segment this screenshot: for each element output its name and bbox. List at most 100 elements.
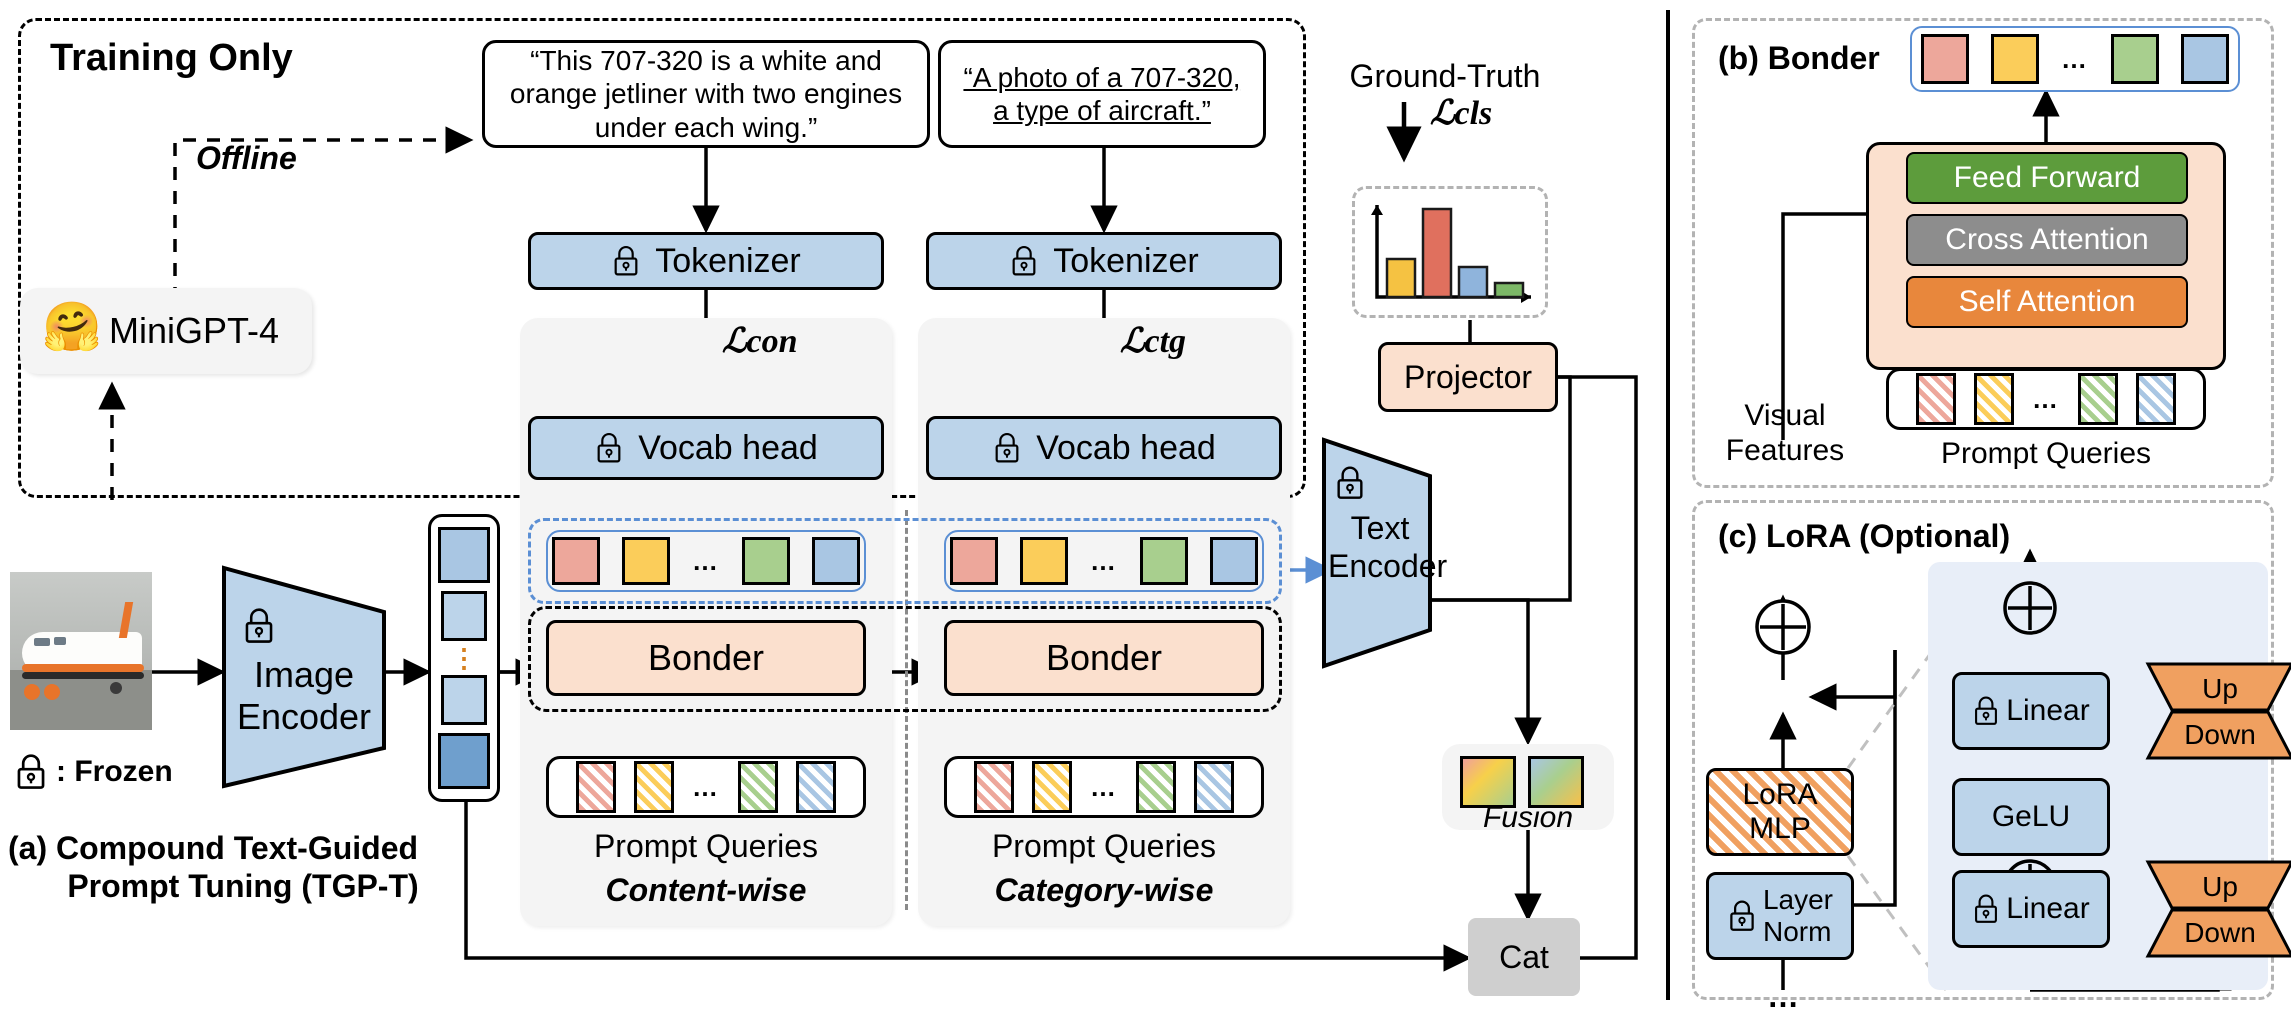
bar-1 [1385,257,1417,299]
bar-2 [1421,207,1453,299]
linear-box-upper[interactable]: Linear [1952,672,2110,750]
text-encoder-box: Text Encoder [1318,434,1448,672]
query-chip-red [950,537,998,585]
query-chip-red [1921,34,1969,84]
query-ellipsis: … [2061,44,2089,74]
down-label-lower: Down [2184,917,2256,948]
panel-a-caption-line2: Prompt Tuning (TGP-T) [67,867,419,904]
lock-icon [597,432,621,463]
lock-icon [1012,245,1036,276]
minigpt4-box[interactable]: 🤗 MiniGPT-4 [20,288,312,374]
prompt-chip-blue [796,761,836,813]
prompt-chip-red [576,761,616,813]
output-queries-content: … [546,530,866,592]
cat-label: Cat [1499,938,1549,975]
gelu-label: GeLU [1991,800,2071,833]
loss-cls-label: ℒcls [1430,95,1493,132]
frozen-legend-label: : Frozen [56,755,173,788]
lock-icon [614,245,638,276]
bar-4 [1493,281,1525,299]
prompt-queries-category: … [944,756,1264,818]
prompt-queries-label-category: Prompt Queries [991,828,1217,864]
content-wise-label: Content-wise [605,871,807,908]
airplane-photo [10,572,152,730]
up-down-adapter-lower: Up Down [2142,858,2291,960]
gelu-box[interactable]: GeLU [1952,778,2110,856]
projector-box[interactable]: Projector [1378,342,1558,412]
linear-box-lower[interactable]: Linear [1952,870,2110,948]
loss-con-label: ℒcon [722,323,798,360]
prompt-ellipsis: … [2032,384,2060,414]
fusion-label: Fusion [1482,801,1574,834]
lora-mlp-box[interactable]: LoRA MLP [1706,768,1854,856]
frozen-legend: : Frozen [14,752,173,792]
linear-label-lower: Linear [2006,892,2090,925]
query-chip-blue [2181,34,2229,84]
feed-forward-label: Feed Forward [1953,161,2141,194]
panel-b-title: (b) Bonder [1718,40,1880,76]
lock-icon [1337,466,1363,499]
visual-feature-column: ⋮ [428,514,500,802]
up-down-adapter-upper: Up Down [2142,660,2291,762]
prompt-chip-red [1916,373,1956,425]
lock-icon [245,608,273,643]
plus-circle-icon [2003,581,2057,635]
bonder-output-queries: … [1910,26,2240,92]
prompt-ellipsis: … [1090,772,1118,802]
lora-mlp-line1: LoRA [1742,778,1818,811]
bonder-content-box[interactable]: Bonder [546,620,866,696]
linear-label-upper: Linear [2006,694,2090,727]
prompt-queries-label-content: Prompt Queries [593,828,819,864]
caption-content-text: “This 707-320 is a white and orange jetl… [509,45,903,143]
query-chip-green [2111,34,2159,84]
self-attention-box[interactable]: Self Attention [1906,276,2188,328]
text-encoder-label-line2: Encoder [1328,547,1448,584]
prompt-chip-yellow [1974,373,2014,425]
text-encoder-label-line1: Text [1350,510,1410,546]
self-attention-label: Self Attention [1958,285,2136,318]
tokenizer-category-label: Tokenizer [1053,241,1199,280]
cross-attention-box[interactable]: Cross Attention [1906,214,2188,266]
query-chip-green [1140,537,1188,585]
layer-norm-line2: Norm [1762,916,1832,947]
image-encoder-box: Image Encoder [218,562,390,792]
caption-category-text: “A photo of a 707-320, a type of aircraf… [963,61,1241,126]
bar-3 [1457,265,1489,299]
visual-feature-cell-3 [441,675,487,726]
prompt-chip-green [1136,761,1176,813]
cross-attention-label: Cross Attention [1945,223,2149,256]
prompt-queries-content-caption: Prompt Queries Content-wise [546,828,866,910]
bonder-category-box[interactable]: Bonder [944,620,1264,696]
prompt-queries-category-caption: Prompt Queries Category-wise [944,828,1264,910]
down-label-upper: Down [2184,719,2256,750]
hugging-face-emoji-icon: 🤗 [42,301,102,354]
panel-a-caption-line1: (a) Compound Text-Guided [8,830,419,866]
visual-features-line2: Features [1725,434,1845,468]
prompt-chip-blue [2136,373,2176,425]
prompt-chip-blue [1194,761,1234,813]
gt-distribution-chart [1352,186,1548,318]
plus-circle-icon [1755,599,1811,655]
lock-icon [1975,696,1998,725]
bonder-prompt-queries: … [1886,368,2206,430]
visual-feature-cell-4 [438,733,490,789]
vocab-head-category-label: Vocab head [1036,428,1216,467]
layer-norm-line1: Layer [1762,884,1834,915]
offline-label: Offline [196,140,297,176]
query-chip-yellow [622,537,670,585]
caption-category-box: “A photo of a 707-320, a type of aircraf… [938,40,1266,148]
up-label-lower: Up [2202,871,2238,902]
query-chip-yellow [1020,537,1068,585]
query-ellipsis: … [1090,546,1118,576]
image-encoder-label-line1: Image [253,654,355,695]
feed-forward-box[interactable]: Feed Forward [1906,152,2188,204]
panel-c-title: (c) LoRA (Optional) [1718,518,2011,554]
vocab-head-content-label: Vocab head [638,428,818,467]
lock-icon [17,754,45,789]
prompt-chip-green [738,761,778,813]
loss-ctg-label: ℒctg [1120,323,1187,360]
layer-norm-box[interactable]: Layer Norm [1706,872,1854,960]
tokenizer-content-box: Tokenizer [528,232,884,290]
caption-content-box: “This 707-320 is a white and orange jetl… [482,40,930,148]
prompt-chip-green [2078,373,2118,425]
